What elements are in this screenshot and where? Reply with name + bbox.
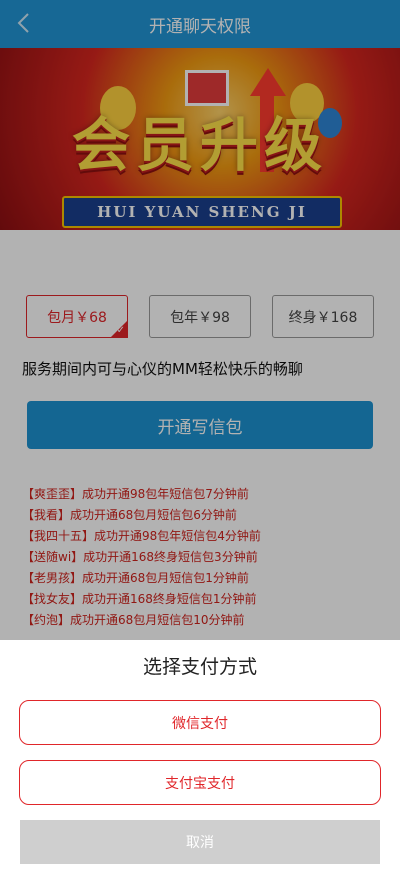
wechat-pay-button[interactable]: 微信支付 — [19, 700, 381, 745]
payment-sheet: 选择支付方式 微信支付 支付宝支付 取消 — [0, 640, 400, 879]
cancel-button[interactable]: 取消 — [20, 820, 380, 864]
alipay-button[interactable]: 支付宝支付 — [19, 760, 381, 805]
sheet-title: 选择支付方式 — [142, 656, 257, 678]
modal-backdrop[interactable] — [0, 0, 400, 640]
